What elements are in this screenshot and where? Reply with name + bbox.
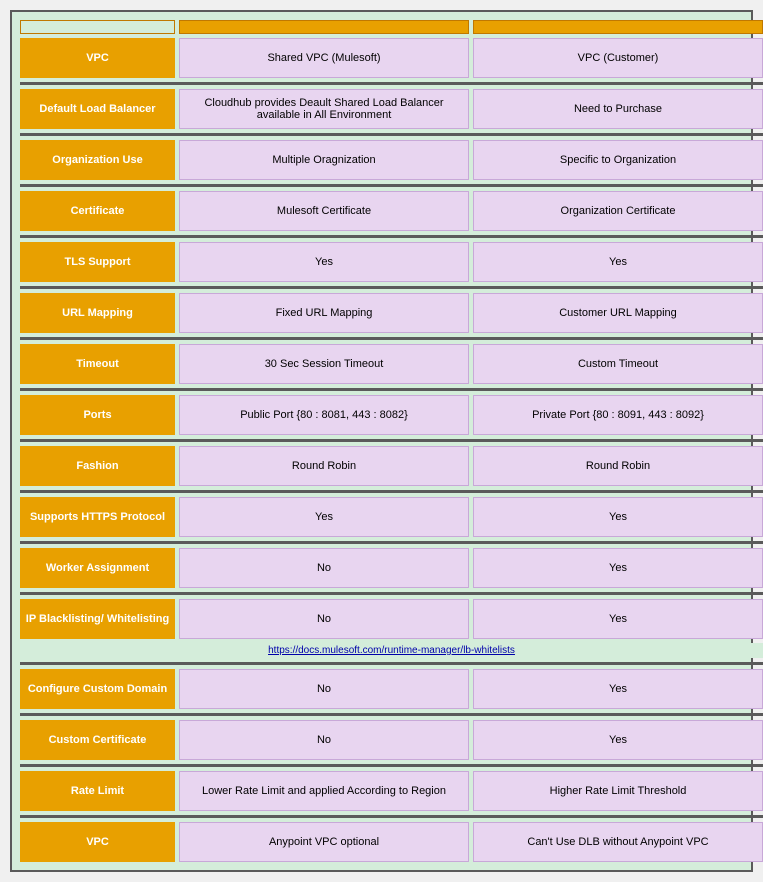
shared-cell-1: Cloudhub provides Deault Shared Load Bal…: [179, 89, 469, 129]
dedicated-cell-2: Specific to Organization: [473, 140, 763, 180]
dedicated-cell-3: Organization Certificate: [473, 191, 763, 231]
shared-cell-9: Yes: [179, 497, 469, 537]
shared-cell-3: Mulesoft Certificate: [179, 191, 469, 231]
dedicated-cell-7: Private Port {80 : 8091, 443 : 8092}: [473, 395, 763, 435]
row-label-5: URL Mapping: [20, 293, 175, 333]
dedicated-cell-4: Yes: [473, 242, 763, 282]
whitelist-link[interactable]: https://docs.mulesoft.com/runtime-manage…: [268, 645, 515, 656]
row-label-4: TLS Support: [20, 242, 175, 282]
row-label-9: Supports HTTPS Protocol: [20, 497, 175, 537]
shared-cell-10: No: [179, 548, 469, 588]
shared-cell-5: Fixed URL Mapping: [179, 293, 469, 333]
row-label-13: Custom Certificate: [20, 720, 175, 760]
row-label-8: Fashion: [20, 446, 175, 486]
shared-cell-15: Anypoint VPC optional: [179, 822, 469, 862]
shared-cell-11: No: [179, 599, 469, 639]
row-label-6: Timeout: [20, 344, 175, 384]
shared-cell-0: Shared VPC (Mulesoft): [179, 38, 469, 78]
row-label-7: Ports: [20, 395, 175, 435]
row-label-3: Certificate: [20, 191, 175, 231]
row-label-2: Organization Use: [20, 140, 175, 180]
shared-cell-13: No: [179, 720, 469, 760]
shared-cell-2: Multiple Oragnization: [179, 140, 469, 180]
row-label-10: Worker Assignment: [20, 548, 175, 588]
shared-cell-12: No: [179, 669, 469, 709]
comparison-table: VPCShared VPC (Mulesoft)VPC (Customer)De…: [10, 10, 753, 872]
shared-cell-14: Lower Rate Limit and applied According t…: [179, 771, 469, 811]
link-row-11[interactable]: https://docs.mulesoft.com/runtime-manage…: [20, 643, 763, 658]
dedicated-cell-9: Yes: [473, 497, 763, 537]
shared-cell-4: Yes: [179, 242, 469, 282]
header-dedicated: [473, 20, 763, 34]
row-label-14: Rate Limit: [20, 771, 175, 811]
dedicated-cell-12: Yes: [473, 669, 763, 709]
dedicated-cell-15: Can't Use DLB without Anypoint VPC: [473, 822, 763, 862]
row-label-0: VPC: [20, 38, 175, 78]
dedicated-cell-13: Yes: [473, 720, 763, 760]
row-label-11: IP Blacklisting/ Whitelisting: [20, 599, 175, 639]
shared-cell-6: 30 Sec Session Timeout: [179, 344, 469, 384]
dedicated-cell-5: Customer URL Mapping: [473, 293, 763, 333]
shared-cell-7: Public Port {80 : 8081, 443 : 8082}: [179, 395, 469, 435]
table-body: VPCShared VPC (Mulesoft)VPC (Customer)De…: [20, 38, 743, 862]
row-label-15: VPC: [20, 822, 175, 862]
dedicated-cell-6: Custom Timeout: [473, 344, 763, 384]
header-empty: [20, 20, 175, 34]
row-label-1: Default Load Balancer: [20, 89, 175, 129]
dedicated-cell-1: Need to Purchase: [473, 89, 763, 129]
row-label-12: Configure Custom Domain: [20, 669, 175, 709]
table-grid: [20, 20, 743, 34]
dedicated-cell-10: Yes: [473, 548, 763, 588]
header-shared: [179, 20, 469, 34]
dedicated-cell-0: VPC (Customer): [473, 38, 763, 78]
dedicated-cell-8: Round Robin: [473, 446, 763, 486]
dedicated-cell-11: Yes: [473, 599, 763, 639]
shared-cell-8: Round Robin: [179, 446, 469, 486]
dedicated-cell-14: Higher Rate Limit Threshold: [473, 771, 763, 811]
